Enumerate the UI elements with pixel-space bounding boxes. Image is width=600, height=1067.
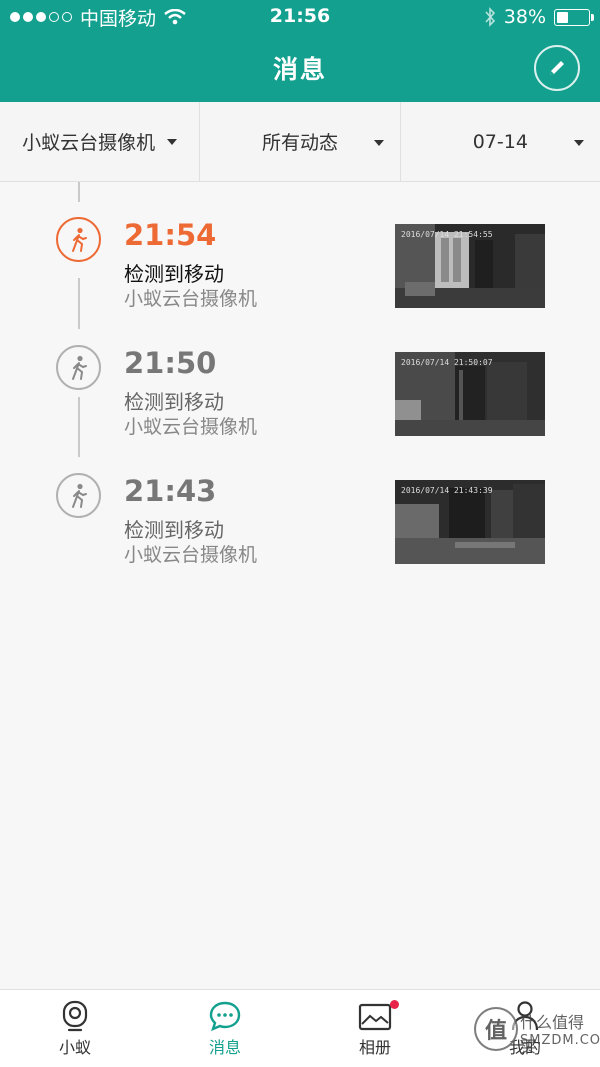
app-header: 中国移动 21:56 38% 消息 (0, 0, 600, 102)
notification-badge (390, 1000, 399, 1009)
camera-icon (62, 1000, 88, 1031)
date-filter-label: 07-14 (472, 130, 528, 153)
tab-label: 相册 (358, 1037, 391, 1057)
chevron-down-icon (167, 138, 178, 145)
event-type: 检测到移动 (124, 390, 224, 414)
bluetooth-icon (485, 7, 495, 27)
event-time: 21:50 (124, 346, 217, 380)
event-type: 检测到移动 (124, 518, 224, 542)
walking-person-icon (56, 473, 101, 518)
event-item[interactable]: 21:43 检测到移动 小蚁云台摄像机 2016/07/14 21:43:39 (0, 438, 600, 566)
edit-button[interactable] (534, 45, 580, 91)
battery-icon (554, 8, 594, 26)
event-item[interactable]: 21:50 检测到移动 小蚁云台摄像机 2016/07/14 21:50:07 (0, 310, 600, 438)
pencil-icon (550, 61, 564, 75)
event-timeline: 21:54 检测到移动 小蚁云台摄像机 2016/07/14 21:54:55 (0, 182, 600, 987)
thumbnail-timestamp: 2016/07/14 21:50:07 (401, 358, 493, 367)
thumbnail-timestamp: 2016/07/14 21:54:55 (401, 230, 493, 239)
event-thumbnail[interactable]: 2016/07/14 21:43:39 (395, 480, 545, 564)
tab-messages[interactable]: 消息 (150, 990, 300, 1067)
walking-person-icon (56, 345, 101, 390)
tab-label: 小蚁 (58, 1037, 91, 1057)
battery-percent: 38% (503, 6, 546, 28)
chevron-down-icon (573, 140, 584, 146)
signal-dots-icon (10, 12, 72, 22)
page-title: 消息 (272, 55, 327, 84)
event-device: 小蚁云台摄像机 (124, 544, 258, 566)
watermark-sub: SMZDM.COM (520, 1033, 600, 1048)
carrier-label: 中国移动 (80, 7, 157, 30)
event-time: 21:54 (124, 218, 217, 252)
wifi-icon (164, 9, 186, 25)
event-device: 小蚁云台摄像机 (124, 288, 258, 310)
nav-bar: 消息 (0, 34, 600, 102)
status-time: 21:56 (269, 5, 331, 27)
event-item[interactable]: 21:54 检测到移动 小蚁云台摄像机 2016/07/14 21:54:55 (0, 182, 600, 310)
event-device: 小蚁云台摄像机 (124, 416, 258, 438)
date-filter-dropdown[interactable]: 07-14 (401, 102, 600, 181)
event-type: 检测到移动 (124, 262, 224, 286)
walking-person-icon (56, 217, 101, 262)
tab-xiaoyi[interactable]: 小蚁 (0, 990, 150, 1067)
message-bubble-icon (209, 1001, 241, 1031)
type-filter-dropdown[interactable]: 所有动态 (200, 102, 401, 181)
device-filter-dropdown[interactable]: 小蚁云台摄像机 (0, 102, 201, 181)
device-filter-label: 小蚁云台摄像机 (22, 132, 156, 154)
tab-label: 消息 (208, 1037, 241, 1057)
watermark: 值 什么值得买 SMZDM.COM (474, 997, 600, 1061)
chevron-down-icon (373, 140, 384, 146)
filter-bar: 小蚁云台摄像机 所有动态 07-14 (0, 102, 600, 182)
thumbnail-timestamp: 2016/07/14 21:43:39 (401, 486, 493, 495)
tab-album[interactable]: 相册 (300, 990, 450, 1067)
album-icon (358, 1003, 392, 1030)
event-thumbnail[interactable]: 2016/07/14 21:50:07 (395, 352, 545, 436)
watermark-logo: 值 (474, 1007, 518, 1051)
type-filter-label: 所有动态 (261, 132, 338, 154)
event-thumbnail[interactable]: 2016/07/14 21:54:55 (395, 224, 545, 308)
status-bar: 中国移动 21:56 38% (0, 0, 600, 34)
event-time: 21:43 (124, 474, 217, 508)
